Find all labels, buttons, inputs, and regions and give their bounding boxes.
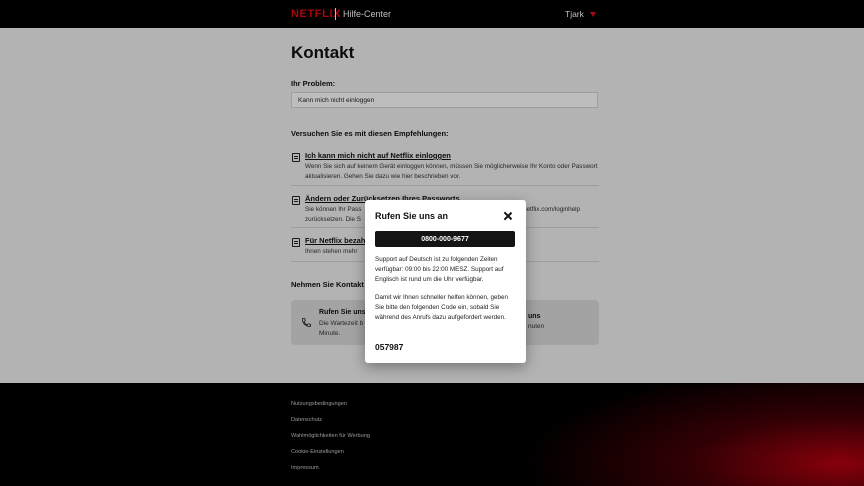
footer-link-imprint[interactable]: Impressum bbox=[291, 465, 319, 471]
phone-number-button[interactable]: 0800-000-9677 bbox=[375, 231, 515, 247]
close-icon[interactable] bbox=[503, 211, 513, 221]
footer-link-terms[interactable]: Nutzungsbedingungen bbox=[291, 401, 347, 407]
call-us-modal: Rufen Sie uns an 0800-000-9677 Support a… bbox=[365, 200, 526, 363]
footer-link-ad-choices[interactable]: Wahlmöglichkeiten für Werbung bbox=[291, 433, 370, 439]
support-hours-text: Support auf Deutsch ist zu folgenden Zei… bbox=[375, 256, 504, 283]
footer-link-cookies[interactable]: Cookie-Einstellungen bbox=[291, 449, 344, 455]
footer-link-privacy[interactable]: Datenschutz bbox=[291, 417, 322, 423]
code-instructions-text: Damit wir Ihnen schneller helfen können,… bbox=[375, 294, 509, 321]
verification-code: 057987 bbox=[375, 342, 404, 352]
modal-title: Rufen Sie uns an bbox=[375, 211, 449, 221]
site-footer: Nutzungsbedingungen Datenschutz Wahlmögl… bbox=[0, 383, 864, 486]
